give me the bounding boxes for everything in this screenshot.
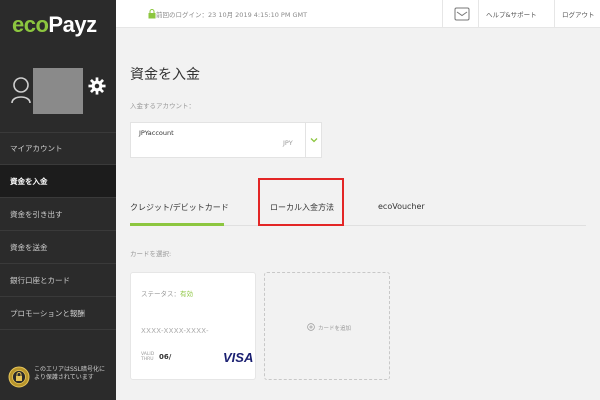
- sidebar-item-label: 銀行口座とカード: [10, 275, 70, 285]
- sidebar-item-my-account[interactable]: マイアカウント: [0, 132, 116, 165]
- sidebar-item-label: プロモーションと報酬: [10, 308, 85, 318]
- message-icon[interactable]: [454, 7, 470, 21]
- card-number: XXXX-XXXX-XXXX-: [141, 327, 209, 335]
- chevron-down-icon[interactable]: [309, 135, 319, 145]
- card-status: ステータス：有効: [141, 288, 193, 298]
- saved-card[interactable]: ステータス：有効 XXXX-XXXX-XXXX- VALID THRU 06/ …: [130, 272, 256, 380]
- select-divider: [305, 123, 306, 157]
- account-select[interactable]: JPYaccount JPY: [130, 122, 322, 158]
- sidebar-item-label: 資金を送金: [10, 242, 48, 252]
- sidebar-item-withdraw[interactable]: 資金を引き出す: [0, 198, 116, 231]
- page-title: 資金を入金: [130, 67, 200, 83]
- plus-circle-icon: [307, 323, 315, 331]
- card-valid-thru-label: VALID THRU: [141, 352, 155, 362]
- sidebar-item-label: 資金を入金: [10, 176, 48, 186]
- account-name: JPYaccount: [139, 129, 174, 137]
- gear-icon[interactable]: [88, 77, 106, 95]
- ssl-seal-icon: [8, 366, 30, 388]
- add-card-button[interactable]: カードを追加: [264, 272, 390, 380]
- top-bar: 前回のログイン：23 10月 2019 4:15:10 PM GMT ヘルプ&サ…: [116, 0, 600, 28]
- logo-part-payz: Payz: [48, 12, 97, 37]
- sidebar-item-deposit[interactable]: 資金を入金: [0, 165, 116, 198]
- avatar: [33, 68, 83, 114]
- payment-method-tabs: クレジット/デビットカード ローカル入金方法 ecoVoucher: [130, 188, 586, 226]
- logout-link[interactable]: ログアウト: [562, 9, 595, 19]
- add-card-label: カードを追加: [318, 326, 352, 332]
- ssl-notice: このエリアはSSL暗号化により保護されています: [8, 362, 112, 396]
- sidebar: ecoPayz マイアカウント 資金を入金 資金を引き出す 資金を送金 銀行口座…: [0, 0, 116, 400]
- active-tab-indicator: [130, 223, 224, 226]
- tab-ecovoucher[interactable]: ecoVoucher: [378, 202, 425, 211]
- visa-logo: VISA: [223, 350, 254, 365]
- topbar-divider: [478, 0, 479, 28]
- account-currency: JPY: [283, 139, 293, 147]
- help-support-link[interactable]: ヘルプ&サポート: [486, 9, 537, 19]
- highlight-annotation-box: [258, 178, 344, 226]
- card-expiry: 06/: [159, 353, 172, 361]
- sidebar-item-label: マイアカウント: [10, 144, 63, 153]
- main-content: 資金を入金 入金するアカウント： JPYaccount JPY クレジット/デビ…: [116, 28, 600, 400]
- topbar-divider: [554, 0, 555, 28]
- sidebar-item-label: 資金を引き出す: [10, 209, 63, 219]
- ecopayz-logo[interactable]: ecoPayz: [12, 12, 97, 38]
- topbar-divider: [442, 0, 443, 28]
- tab-credit-debit-card[interactable]: クレジット/デビットカード: [130, 202, 229, 213]
- lock-icon: [148, 9, 156, 19]
- user-avatar-icon: [11, 77, 31, 104]
- card-status-label: ステータス：: [141, 290, 180, 298]
- last-login-text: 前回のログイン：23 10月 2019 4:15:10 PM GMT: [156, 11, 308, 19]
- card-select-label: カードを選択:: [130, 250, 172, 258]
- account-label: 入金するアカウント：: [130, 102, 195, 110]
- sidebar-item-transfer[interactable]: 資金を送金: [0, 231, 116, 264]
- ssl-text: このエリアはSSL暗号化により保護されています: [34, 366, 105, 381]
- sidebar-nav: マイアカウント 資金を入金 資金を引き出す 資金を送金 銀行口座とカード プロモ…: [0, 132, 116, 330]
- profile-area: [0, 60, 116, 122]
- sidebar-item-bank-cards[interactable]: 銀行口座とカード: [0, 264, 116, 297]
- card-status-value: 有効: [180, 290, 193, 298]
- sidebar-item-promotions[interactable]: プロモーションと報酬: [0, 297, 116, 330]
- logo-part-eco: eco: [12, 12, 49, 37]
